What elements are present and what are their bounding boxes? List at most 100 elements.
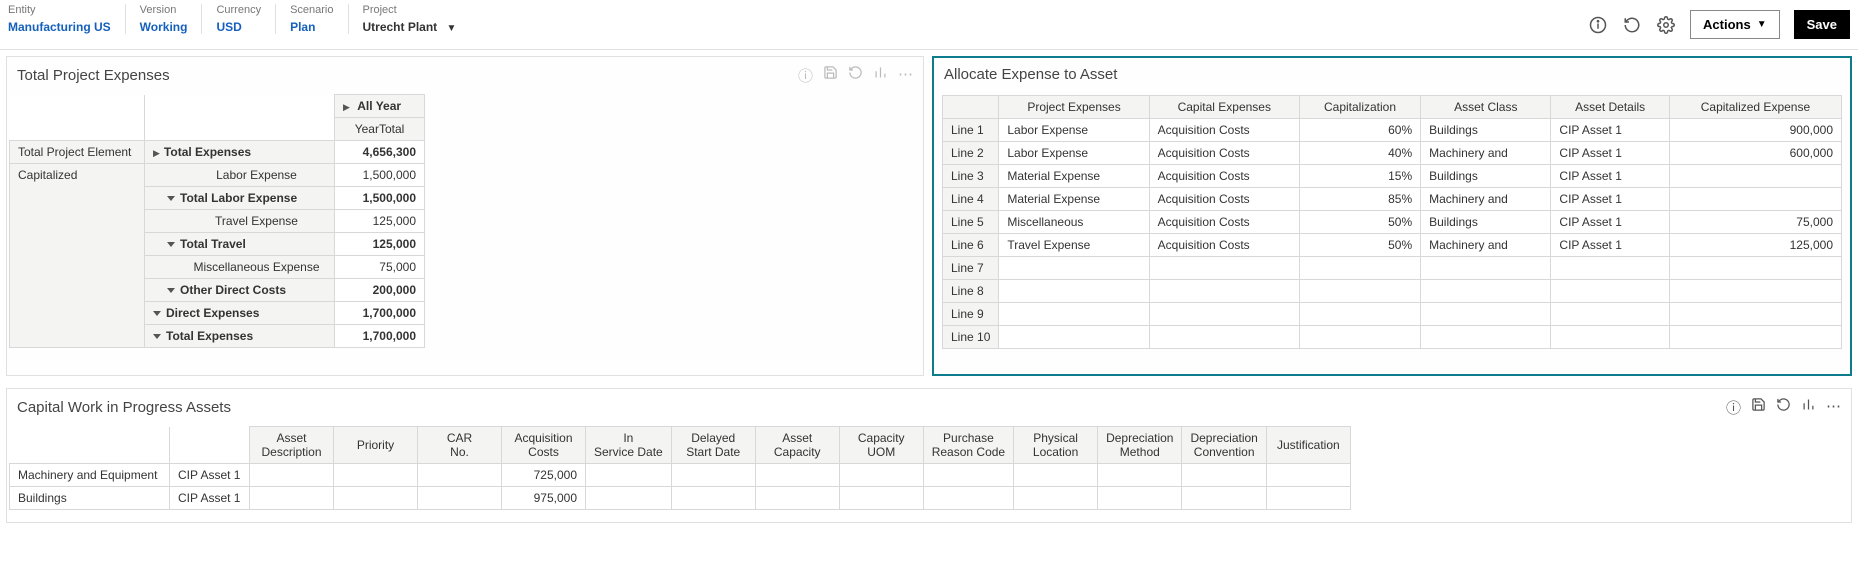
alloc-row-header[interactable]: Line 1 bbox=[943, 119, 999, 142]
cwip-cell[interactable]: 725,000 bbox=[502, 464, 586, 487]
alloc-cell[interactable] bbox=[1299, 280, 1420, 303]
alloc-cell[interactable] bbox=[1421, 280, 1551, 303]
alloc-cell[interactable]: CIP Asset 1 bbox=[1551, 119, 1669, 142]
alloc-cell[interactable] bbox=[1149, 326, 1299, 349]
cwip-col-header[interactable]: CARNo. bbox=[418, 427, 502, 464]
expense-row-label[interactable]: Miscellaneous Expense bbox=[145, 256, 335, 279]
cwip-col-header[interactable]: DepreciationConvention bbox=[1182, 427, 1266, 464]
pov-item-version[interactable]: Version Working bbox=[126, 4, 203, 34]
alloc-cell[interactable] bbox=[999, 257, 1149, 280]
expense-row-label[interactable]: Travel Expense bbox=[145, 210, 335, 233]
alloc-cell[interactable] bbox=[1669, 280, 1841, 303]
alloc-cell[interactable]: Miscellaneous bbox=[999, 211, 1149, 234]
alloc-cell[interactable] bbox=[1421, 257, 1551, 280]
alloc-cell[interactable] bbox=[1551, 257, 1669, 280]
pov-value[interactable]: Utrecht Plant ▼ bbox=[363, 20, 457, 34]
alloc-cell[interactable]: Machinery and bbox=[1421, 142, 1551, 165]
expense-row-value[interactable]: 125,000 bbox=[335, 210, 425, 233]
cwip-cell[interactable] bbox=[1182, 487, 1266, 510]
alloc-row-header[interactable]: Line 3 bbox=[943, 165, 999, 188]
alloc-col-header[interactable]: Capitalization bbox=[1299, 96, 1420, 119]
alloc-cell[interactable]: CIP Asset 1 bbox=[1551, 142, 1669, 165]
alloc-cell[interactable]: 125,000 bbox=[1669, 234, 1841, 257]
expense-row-value[interactable]: 1,500,000 bbox=[335, 164, 425, 187]
col-header-allyear[interactable]: All Year bbox=[335, 95, 425, 118]
alloc-cell[interactable]: Acquisition Costs bbox=[1149, 188, 1299, 211]
expense-row-label[interactable]: Total Labor Expense bbox=[145, 187, 335, 210]
cwip-cell[interactable] bbox=[755, 487, 839, 510]
alloc-row-header[interactable]: Line 9 bbox=[943, 303, 999, 326]
expense-row-value[interactable]: 200,000 bbox=[335, 279, 425, 302]
alloc-cell[interactable] bbox=[1669, 257, 1841, 280]
alloc-cell[interactable] bbox=[1149, 280, 1299, 303]
cwip-cell[interactable] bbox=[1098, 464, 1182, 487]
alloc-cell[interactable] bbox=[1551, 280, 1669, 303]
alloc-cell[interactable] bbox=[1551, 326, 1669, 349]
cwip-cell[interactable] bbox=[1014, 464, 1098, 487]
alloc-cell[interactable]: Acquisition Costs bbox=[1149, 119, 1299, 142]
alloc-cell[interactable] bbox=[1299, 257, 1420, 280]
allocate-grid[interactable]: Project ExpensesCapital ExpensesCapitali… bbox=[942, 95, 1842, 349]
cwip-col-header[interactable]: PurchaseReason Code bbox=[923, 427, 1013, 464]
alloc-cell[interactable] bbox=[999, 280, 1149, 303]
alloc-cell[interactable] bbox=[1299, 303, 1420, 326]
alloc-cell[interactable]: Material Expense bbox=[999, 188, 1149, 211]
expense-row-label[interactable]: Total Expenses bbox=[145, 325, 335, 348]
cwip-cell[interactable] bbox=[755, 464, 839, 487]
cwip-cell[interactable] bbox=[1266, 487, 1350, 510]
cwip-col-header[interactable]: PhysicalLocation bbox=[1014, 427, 1098, 464]
panel-cwip[interactable]: Capital Work in Progress Assets ⓘ ⋯ Asse… bbox=[6, 388, 1852, 523]
alloc-cell[interactable]: CIP Asset 1 bbox=[1551, 211, 1669, 234]
alloc-cell[interactable]: 40% bbox=[1299, 142, 1420, 165]
alloc-cell[interactable]: Labor Expense bbox=[999, 142, 1149, 165]
pov-item-entity[interactable]: Entity Manufacturing US bbox=[8, 4, 126, 34]
cwip-col-header[interactable]: CapacityUOM bbox=[839, 427, 923, 464]
alloc-row-header[interactable]: Line 7 bbox=[943, 257, 999, 280]
refresh-icon[interactable] bbox=[1622, 15, 1642, 35]
cwip-cell[interactable] bbox=[250, 464, 334, 487]
cwip-cell[interactable] bbox=[671, 487, 755, 510]
expense-row-label[interactable]: Direct Expenses bbox=[145, 302, 335, 325]
cwip-col-header[interactable]: DepreciationMethod bbox=[1098, 427, 1182, 464]
pov-item-project[interactable]: Project Utrecht Plant ▼ bbox=[349, 4, 471, 34]
cwip-cell[interactable] bbox=[1098, 487, 1182, 510]
pov-item-scenario[interactable]: Scenario Plan bbox=[276, 4, 348, 34]
alloc-row-header[interactable]: Line 6 bbox=[943, 234, 999, 257]
cwip-cell[interactable] bbox=[586, 464, 672, 487]
panel-allocate-expense[interactable]: Allocate Expense to Asset Project Expens… bbox=[932, 56, 1852, 376]
info-icon[interactable]: ⓘ bbox=[798, 65, 813, 86]
alloc-cell[interactable]: Material Expense bbox=[999, 165, 1149, 188]
expense-row-value[interactable]: 1,700,000 bbox=[335, 325, 425, 348]
alloc-cell[interactable]: 75,000 bbox=[1669, 211, 1841, 234]
alloc-cell[interactable]: 900,000 bbox=[1669, 119, 1841, 142]
alloc-cell[interactable]: 600,000 bbox=[1669, 142, 1841, 165]
alloc-cell[interactable] bbox=[1299, 326, 1420, 349]
pov-value[interactable]: Working bbox=[140, 20, 188, 34]
alloc-cell[interactable]: Travel Expense bbox=[999, 234, 1149, 257]
cwip-cell[interactable] bbox=[923, 487, 1013, 510]
alloc-col-header[interactable]: Asset Details bbox=[1551, 96, 1669, 119]
cwip-grid[interactable]: AssetDescriptionPriorityCARNo.Acquisitio… bbox=[9, 426, 1351, 510]
chart-icon[interactable] bbox=[1801, 397, 1816, 418]
alloc-row-header[interactable]: Line 8 bbox=[943, 280, 999, 303]
cwip-col-header[interactable]: DelayedStart Date bbox=[671, 427, 755, 464]
cwip-cell[interactable]: 975,000 bbox=[502, 487, 586, 510]
cwip-cell[interactable] bbox=[334, 487, 418, 510]
cwip-col-header[interactable]: InService Date bbox=[586, 427, 672, 464]
alloc-row-header[interactable]: Line 10 bbox=[943, 326, 999, 349]
alloc-cell[interactable]: CIP Asset 1 bbox=[1551, 234, 1669, 257]
alloc-cell[interactable]: CIP Asset 1 bbox=[1551, 165, 1669, 188]
expense-row-value[interactable]: 1,500,000 bbox=[335, 187, 425, 210]
more-icon[interactable]: ⋯ bbox=[898, 65, 913, 86]
expense-row-value[interactable]: 4,656,300 bbox=[335, 141, 425, 164]
cwip-cell[interactable] bbox=[671, 464, 755, 487]
alloc-cell[interactable]: Acquisition Costs bbox=[1149, 211, 1299, 234]
expense-row-label[interactable]: Total Travel bbox=[145, 233, 335, 256]
chart-icon[interactable] bbox=[873, 65, 888, 86]
pov-value[interactable]: USD bbox=[216, 20, 261, 34]
alloc-col-header[interactable]: Capital Expenses bbox=[1149, 96, 1299, 119]
expense-row-value[interactable]: 75,000 bbox=[335, 256, 425, 279]
alloc-cell[interactable]: 50% bbox=[1299, 234, 1420, 257]
gear-icon[interactable] bbox=[1656, 15, 1676, 35]
cwip-cell[interactable] bbox=[418, 464, 502, 487]
